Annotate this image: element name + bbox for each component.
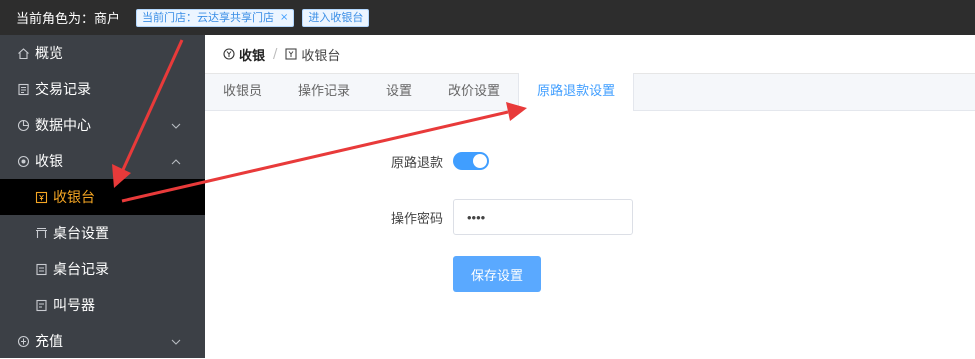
table-icon bbox=[34, 226, 48, 240]
sidebar-item-label: 收银台 bbox=[53, 190, 95, 206]
main-content: 收银 / 收银台 收银员 操作记录 设置 改价设置 原路退款设置 原路退款 操作… bbox=[205, 35, 975, 358]
current-role-label: 当前角色为：商户 bbox=[16, 12, 121, 27]
record-icon bbox=[34, 262, 48, 276]
sidebar-item-label: 叫号器 bbox=[53, 298, 95, 314]
pie-chart-icon bbox=[16, 118, 30, 132]
tab-price-change-settings[interactable]: 改价设置 bbox=[430, 73, 518, 110]
toggle-knob bbox=[473, 154, 487, 168]
sidebar-item-caller[interactable]: 叫号器 bbox=[0, 287, 205, 323]
sidebar-item-table-settings[interactable]: 桌台设置 bbox=[0, 215, 205, 251]
sidebar-item-label: 交易记录 bbox=[35, 82, 91, 98]
tab-original-refund-settings[interactable]: 原路退款设置 bbox=[518, 73, 635, 111]
refund-toggle[interactable] bbox=[453, 152, 489, 170]
sidebar-item-recharge[interactable]: 充值 bbox=[0, 323, 205, 359]
sidebar: 概览 交易记录 数据中心 收银 收银台 桌台设置 桌台记录 叫号器 充值 bbox=[0, 35, 205, 358]
password-label: 操作密码 bbox=[391, 212, 444, 227]
sidebar-item-label: 数据中心 bbox=[35, 118, 91, 134]
password-field[interactable] bbox=[453, 199, 633, 235]
sidebar-item-cashier-desk[interactable]: 收银台 bbox=[0, 179, 205, 215]
cashier-icon bbox=[223, 48, 235, 60]
sidebar-item-overview[interactable]: 概览 bbox=[0, 35, 205, 71]
breadcrumb-separator: / bbox=[273, 46, 278, 62]
sidebar-item-label: 收银 bbox=[35, 154, 63, 170]
sidebar-item-cashier[interactable]: 收银 bbox=[0, 143, 205, 179]
current-store-tag[interactable]: 当前门店：云达享共享门店 × bbox=[136, 8, 295, 27]
current-store-tag-label: 当前门店：云达享共享门店 bbox=[142, 10, 275, 24]
sidebar-item-label: 桌台设置 bbox=[53, 226, 109, 242]
refund-settings-form: 原路退款 操作密码 保存设置 bbox=[205, 111, 975, 358]
enter-cashier-tag[interactable]: 进入收银台 bbox=[302, 8, 370, 27]
top-bar: 当前角色为：商户 当前门店：云达享共享门店 × 进入收银台 bbox=[0, 0, 975, 35]
chevron-down-icon bbox=[171, 119, 181, 132]
document-icon bbox=[16, 82, 30, 96]
cashier-icon bbox=[16, 154, 30, 168]
chevron-down-icon bbox=[171, 335, 181, 348]
save-button[interactable]: 保存设置 bbox=[453, 256, 541, 292]
breadcrumb: 收银 / 收银台 bbox=[205, 35, 975, 74]
tab-cashiers[interactable]: 收银员 bbox=[205, 73, 280, 110]
sidebar-item-label: 桌台记录 bbox=[53, 262, 109, 278]
sidebar-item-table-records[interactable]: 桌台记录 bbox=[0, 251, 205, 287]
tab-bar: 收银员 操作记录 设置 改价设置 原路退款设置 bbox=[205, 73, 975, 111]
cash-register-icon bbox=[34, 190, 48, 204]
chevron-up-icon bbox=[171, 155, 181, 168]
breadcrumb-item-cashier[interactable]: 收银 bbox=[239, 45, 265, 64]
tab-settings[interactable]: 设置 bbox=[368, 73, 430, 110]
breadcrumb-item-cashier-desk: 收银台 bbox=[301, 48, 341, 64]
sidebar-item-label: 概览 bbox=[35, 46, 63, 62]
sidebar-item-data-center[interactable]: 数据中心 bbox=[0, 107, 205, 143]
home-icon bbox=[16, 46, 30, 60]
close-icon[interactable]: × bbox=[280, 10, 288, 26]
tab-operation-log[interactable]: 操作记录 bbox=[280, 73, 368, 110]
sidebar-item-transactions[interactable]: 交易记录 bbox=[0, 71, 205, 107]
sidebar-item-label: 充值 bbox=[35, 334, 63, 350]
refund-label: 原路退款 bbox=[391, 156, 444, 171]
caller-icon bbox=[34, 298, 48, 312]
cash-register-icon bbox=[285, 48, 297, 60]
recharge-icon bbox=[16, 334, 30, 348]
